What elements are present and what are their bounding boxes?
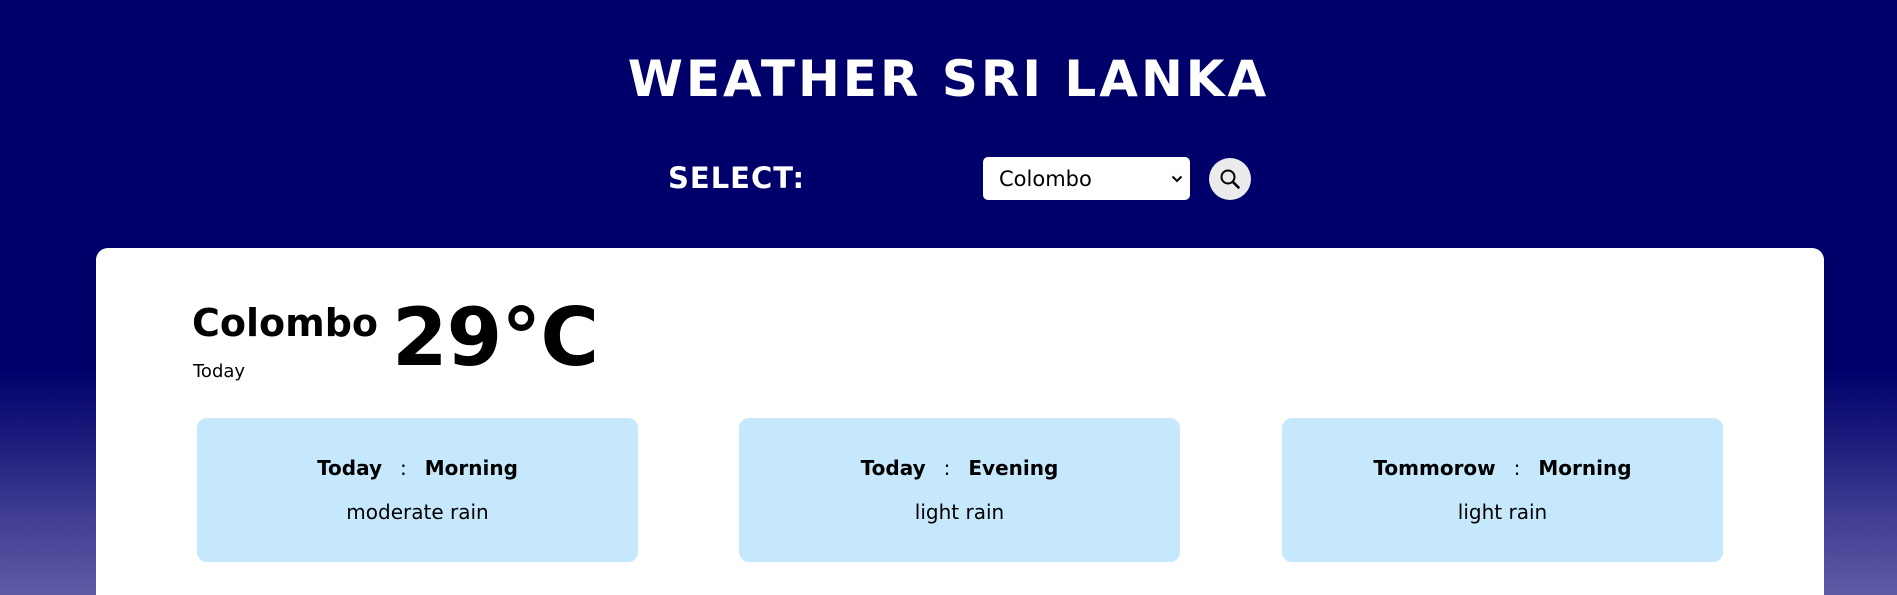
- temperature: 29°C: [392, 291, 599, 384]
- forecast-heading: Today: Evening: [739, 454, 1180, 482]
- forecast-condition: light rain: [914, 500, 1005, 524]
- select-label: SELECT:: [668, 161, 806, 195]
- forecast-separator: :: [1513, 456, 1521, 480]
- forecast-card: Today: Evening light rain: [739, 418, 1180, 562]
- page-title: WEATHER SRI LANKA: [627, 50, 1270, 108]
- city-select-value: Colombo: [999, 166, 1092, 191]
- forecast-period: Morning: [1538, 456, 1632, 480]
- forecast-card: Today: Morning moderate rain: [197, 418, 638, 562]
- forecast-heading: Tommorow: Morning: [1282, 454, 1723, 482]
- forecast-day: Tommorow: [1373, 456, 1496, 480]
- forecast-period: Evening: [968, 456, 1059, 480]
- forecast-separator: :: [943, 456, 951, 480]
- forecast-period: Morning: [424, 456, 518, 480]
- city-name: Colombo: [192, 301, 379, 345]
- city-select[interactable]: Colombo: [983, 157, 1190, 200]
- forecast-separator: :: [400, 456, 407, 480]
- current-day-label: Today: [193, 361, 246, 382]
- forecast-card: Tommorow: Morning light rain: [1282, 418, 1723, 562]
- forecast-condition: moderate rain: [346, 500, 489, 524]
- forecast-day: Today: [317, 456, 383, 480]
- forecast-condition: light rain: [1457, 500, 1548, 524]
- forecast-day: Today: [860, 456, 926, 480]
- chevron-down-icon: [1164, 175, 1190, 183]
- search-icon: [1218, 167, 1242, 191]
- weather-card: Colombo Today 29°C Today: Morning moderat…: [96, 248, 1824, 595]
- search-button[interactable]: [1209, 158, 1251, 200]
- forecast-heading: Today: Morning: [197, 454, 638, 482]
